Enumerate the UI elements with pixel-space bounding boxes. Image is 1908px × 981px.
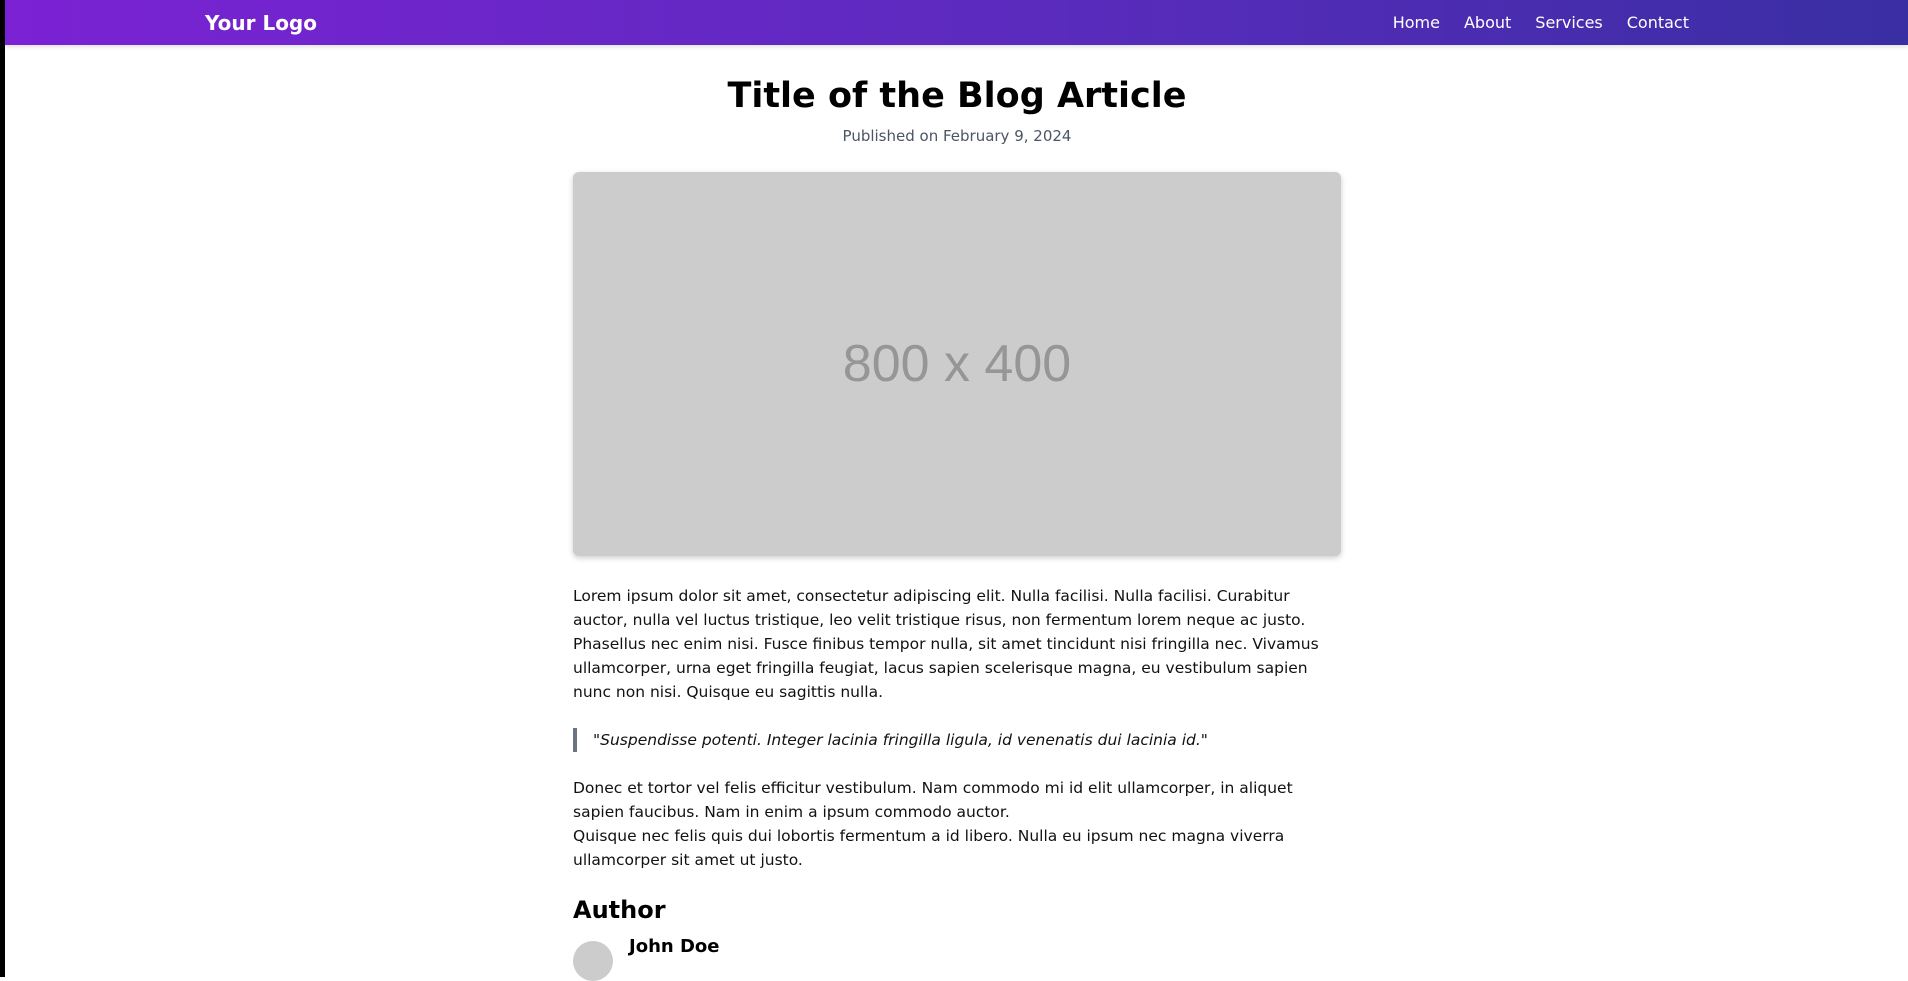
author-card: John Doe	[573, 935, 1341, 981]
image-placeholder-label: 800 x 400	[842, 335, 1072, 393]
author-heading: Author	[573, 896, 666, 924]
window-left-edge	[0, 0, 5, 977]
publish-date: Published on February 9, 2024	[842, 127, 1072, 145]
article-body: Lorem ipsum dolor sit amet, consectetur …	[573, 584, 1341, 981]
paragraph: Quisque nec felis quis dui lobortis ferm…	[573, 827, 1285, 869]
author-avatar	[573, 940, 613, 981]
site-logo[interactable]: Your Logo	[205, 0, 317, 45]
nav-link-services[interactable]: Services	[1535, 13, 1602, 32]
author-name: John Doe	[629, 935, 720, 957]
main-nav: Home About Services Contact	[1393, 0, 1689, 45]
paragraph-group-1: Lorem ipsum dolor sit amet, consectetur …	[573, 584, 1341, 704]
article-container: Title of the Blog Article Published on F…	[573, 45, 1341, 981]
pull-quote: "Suspendisse potenti. Integer lacinia fr…	[573, 728, 1341, 752]
site-header: Your Logo Home About Services Contact	[5, 0, 1908, 45]
nav-link-about[interactable]: About	[1464, 13, 1511, 32]
article-title: Title of the Blog Article	[727, 76, 1187, 116]
paragraph: Donec et tortor vel felis efficitur vest…	[573, 779, 1293, 821]
paragraph: Phasellus nec enim nisi. Fusce finibus t…	[573, 635, 1319, 701]
hero-image-placeholder: 800 x 400	[573, 172, 1341, 556]
paragraph: Lorem ipsum dolor sit amet, consectetur …	[573, 587, 1306, 629]
nav-link-home[interactable]: Home	[1393, 13, 1440, 32]
nav-link-contact[interactable]: Contact	[1627, 13, 1689, 32]
paragraph-group-2: Donec et tortor vel felis efficitur vest…	[573, 776, 1341, 872]
